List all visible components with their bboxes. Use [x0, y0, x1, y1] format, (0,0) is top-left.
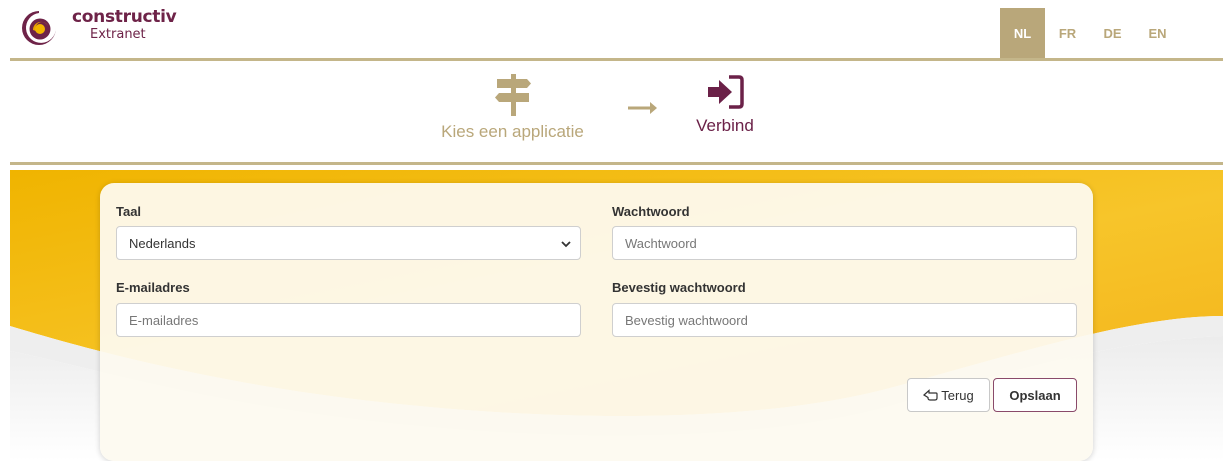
hand-pointer-left-icon [923, 388, 938, 401]
lang-nl[interactable]: NL [1000, 8, 1045, 59]
constructiv-logo[interactable] [19, 8, 59, 48]
password-label: Wachtwoord [612, 204, 690, 219]
step-connect-label: Verbind [696, 116, 754, 135]
password-field[interactable]: Wachtwoord [612, 226, 1077, 260]
lang-en[interactable]: EN [1135, 8, 1180, 59]
email-placeholder: E-mailadres [129, 312, 199, 328]
save-button-label: Opslaan [1009, 387, 1061, 403]
step-connect[interactable]: Verbind [685, 74, 765, 136]
lang-fr[interactable]: FR [1045, 8, 1090, 59]
language-label: Taal [116, 204, 142, 219]
confirm-password-field[interactable]: Bevestig wachtwoord [612, 303, 1077, 337]
language-switcher: NL FR DE EN [1000, 8, 1180, 59]
step-choose-application-label: Kies een applicatie [441, 122, 584, 141]
registration-form-card: Taal Nederlands E-mailadres E-mailadres … [100, 183, 1093, 461]
arrow-right-icon [628, 102, 657, 114]
sign-in-icon [708, 75, 744, 109]
language-select-value: Nederlands [129, 235, 196, 251]
brand-name: constructiv [72, 7, 177, 27]
step-indicator: Kies een applicatie Verbind [0, 62, 1223, 162]
back-button-label: Terug [941, 387, 974, 403]
steps-divider [10, 162, 1223, 165]
signpost-icon [494, 74, 531, 116]
password-placeholder: Wachtwoord [625, 235, 697, 251]
email-label: E-mailadres [116, 280, 190, 295]
back-button[interactable]: Terug [907, 378, 990, 412]
confirm-password-label: Bevestig wachtwoord [612, 280, 746, 295]
save-button[interactable]: Opslaan [993, 378, 1077, 412]
header-divider [10, 58, 1223, 61]
confirm-password-placeholder: Bevestig wachtwoord [625, 312, 748, 328]
lang-de[interactable]: DE [1090, 8, 1135, 59]
email-field[interactable]: E-mailadres [116, 303, 581, 337]
chevron-down-icon [561, 241, 571, 248]
step-choose-application[interactable]: Kies een applicatie [430, 74, 595, 142]
header: constructiv Extranet NL FR DE EN [0, 0, 1223, 60]
language-select[interactable]: Nederlands [116, 226, 581, 260]
brand-subtitle: Extranet [90, 27, 146, 42]
